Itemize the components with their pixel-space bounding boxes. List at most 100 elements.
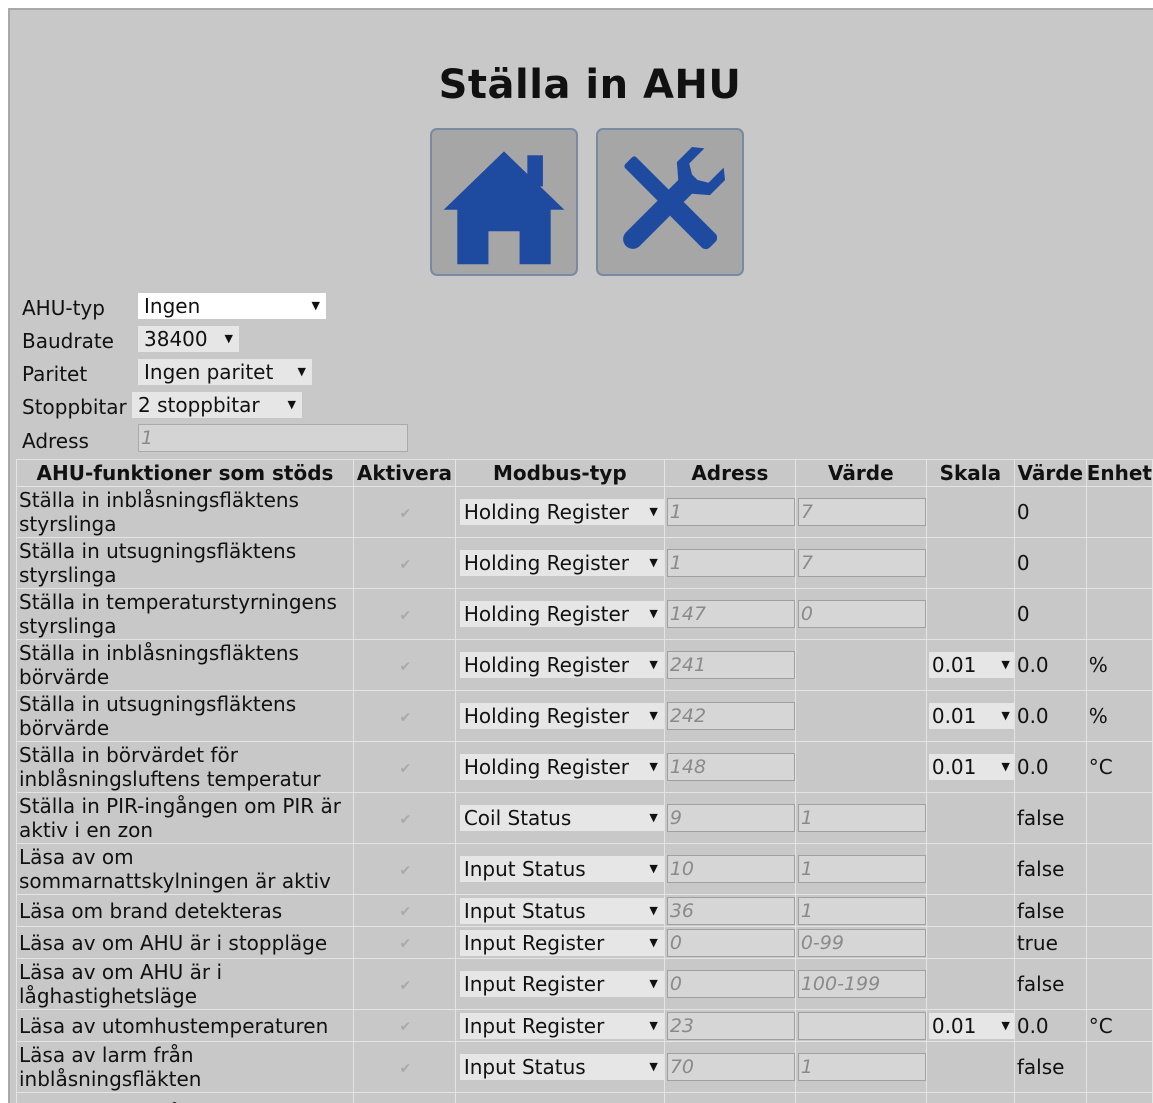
modbus-type-value: Input Register [463,972,605,996]
ahu-type-label: AHU-typ [22,296,105,320]
value-field[interactable]: 1 [797,1053,926,1081]
modbus-type-value: Input Status [463,857,586,881]
value-field[interactable]: 100-199 [797,970,926,998]
current-value: 0.0 [1013,741,1087,793]
function-name: Ställa in temperaturstyrningens styrslin… [16,588,354,640]
table-row: Ställa in utsugningsfläktens börvärde ✔ Ho… [16,690,1153,742]
value-field[interactable]: 7 [797,549,926,577]
scale-select[interactable]: 0.01 ▼ [928,652,1014,678]
address-field[interactable]: 1 [666,549,795,577]
value-field[interactable]: 1 [797,855,926,883]
modbus-type-select[interactable]: Holding Register ▼ [459,601,664,627]
function-name: Ställa in utsugningsfläktens styrslinga [16,537,354,589]
unit: °C [1085,1009,1153,1042]
home-icon [443,151,565,265]
chevron-down-icon: ▼ [649,607,658,620]
enable-checkbox[interactable]: ✔ [400,604,412,628]
chevron-down-icon: ▼ [649,811,658,824]
enable-checkbox[interactable]: ✔ [400,1057,412,1081]
chevron-down-icon: ▼ [1001,709,1010,722]
ahu-type-value: Ingen [144,294,201,318]
modbus-type-select[interactable]: Holding Register ▼ [459,499,664,525]
col-header-function: AHU-funktioner som stöds [16,459,354,487]
baudrate-value: 38400 [144,327,208,351]
address-field[interactable]: 70 [666,1053,795,1081]
enable-checkbox[interactable]: ✔ [400,655,412,679]
scale-select[interactable]: 0.01 ▼ [928,703,1014,729]
enable-checkbox[interactable]: ✔ [400,757,412,781]
modbus-type-select[interactable]: Holding Register ▼ [459,550,664,576]
baudrate-select[interactable]: 38400 ▼ [138,326,239,352]
home-button[interactable] [430,128,578,276]
modbus-type-select[interactable]: Input Status ▼ [459,1054,664,1080]
chevron-down-icon: ▼ [649,1018,658,1032]
chevron-down-icon: ▼ [649,556,658,569]
value-field[interactable]: 1 [797,804,926,832]
enable-checkbox[interactable]: ✔ [400,553,412,577]
parity-value: Ingen paritet [144,360,274,384]
modbus-type-select[interactable]: Input Register ▼ [459,1012,664,1039]
chevron-down-icon: ▼ [649,1060,658,1073]
col-header-value: Värde [1013,459,1087,487]
chevron-down-icon: ▼ [311,299,320,312]
modbus-type-select[interactable]: Input Status ▼ [459,897,664,924]
col-header-enable: Aktivera [353,459,456,487]
address-field[interactable]: 0 [666,928,795,957]
modbus-type-value: Holding Register [463,602,629,626]
function-name: Läsa av utomhustemperaturen [16,1009,354,1042]
modbus-type-select[interactable]: Input Register ▼ [459,929,664,956]
chevron-down-icon: ▼ [649,935,658,949]
scale-select[interactable]: 0.01 ▼ [928,1012,1014,1039]
current-value: false [1013,792,1087,844]
enable-checkbox[interactable]: ✔ [400,859,412,883]
enable-checkbox[interactable]: ✔ [400,1015,412,1039]
enable-checkbox[interactable]: ✔ [400,706,412,730]
address-field[interactable]: 242 [666,702,795,730]
chevron-down-icon: ▼ [649,977,658,990]
chevron-down-icon: ▼ [224,332,233,345]
address-field[interactable]: 36 [666,896,795,925]
modbus-type-value: Input Register [463,1013,605,1038]
modbus-type-select[interactable]: Holding Register ▼ [459,754,664,780]
address-input[interactable]: 1 [138,424,408,452]
col-header-value-in: Värde [794,459,927,487]
address-field[interactable]: 148 [666,753,795,781]
modbus-type-select[interactable]: Holding Register ▼ [459,652,664,678]
address-field[interactable]: 0 [666,970,795,998]
enable-checkbox[interactable]: ✔ [400,808,412,832]
address-field[interactable]: 147 [666,600,795,628]
value-field[interactable] [797,1011,926,1040]
unit [1085,926,1153,959]
address-field[interactable]: 10 [666,855,795,883]
address-field[interactable]: 9 [666,804,795,832]
tools-button[interactable] [596,128,744,276]
enable-checkbox[interactable]: ✔ [400,974,412,998]
enable-checkbox[interactable]: ✔ [400,932,412,956]
modbus-type-select[interactable]: Holding Register ▼ [459,703,664,729]
ahu-type-select[interactable]: Ingen ▼ [138,293,326,319]
current-value: 0 [1013,486,1087,538]
current-value: false [1013,1041,1087,1093]
value-field[interactable]: 1 [797,896,926,925]
value-field[interactable]: 0-99 [797,928,926,957]
enable-checkbox[interactable]: ✔ [400,900,412,924]
address-field[interactable]: 23 [666,1011,795,1040]
baudrate-label: Baudrate [22,329,114,353]
modbus-type-value: Input Register [463,930,605,955]
value-field[interactable]: 7 [797,498,926,526]
scale-select[interactable]: 0.01 ▼ [928,754,1014,780]
unit [1085,843,1153,895]
stopbits-select[interactable]: 2 stoppbitar ▼ [132,392,302,418]
address-field[interactable]: 241 [666,651,795,679]
parity-select[interactable]: Ingen paritet ▼ [138,359,312,385]
modbus-type-select[interactable]: Input Register ▼ [459,971,664,997]
unit [1085,958,1153,1010]
col-header-unit: Enhet [1085,459,1153,487]
modbus-type-select[interactable]: Coil Status ▼ [459,805,664,831]
modbus-type-value: Holding Register [463,755,629,779]
address-field[interactable]: 1 [666,498,795,526]
page-title: Ställa in AHU [438,62,742,108]
value-field[interactable]: 0 [797,600,926,628]
enable-checkbox[interactable]: ✔ [400,502,412,526]
modbus-type-select[interactable]: Input Status ▼ [459,856,664,882]
